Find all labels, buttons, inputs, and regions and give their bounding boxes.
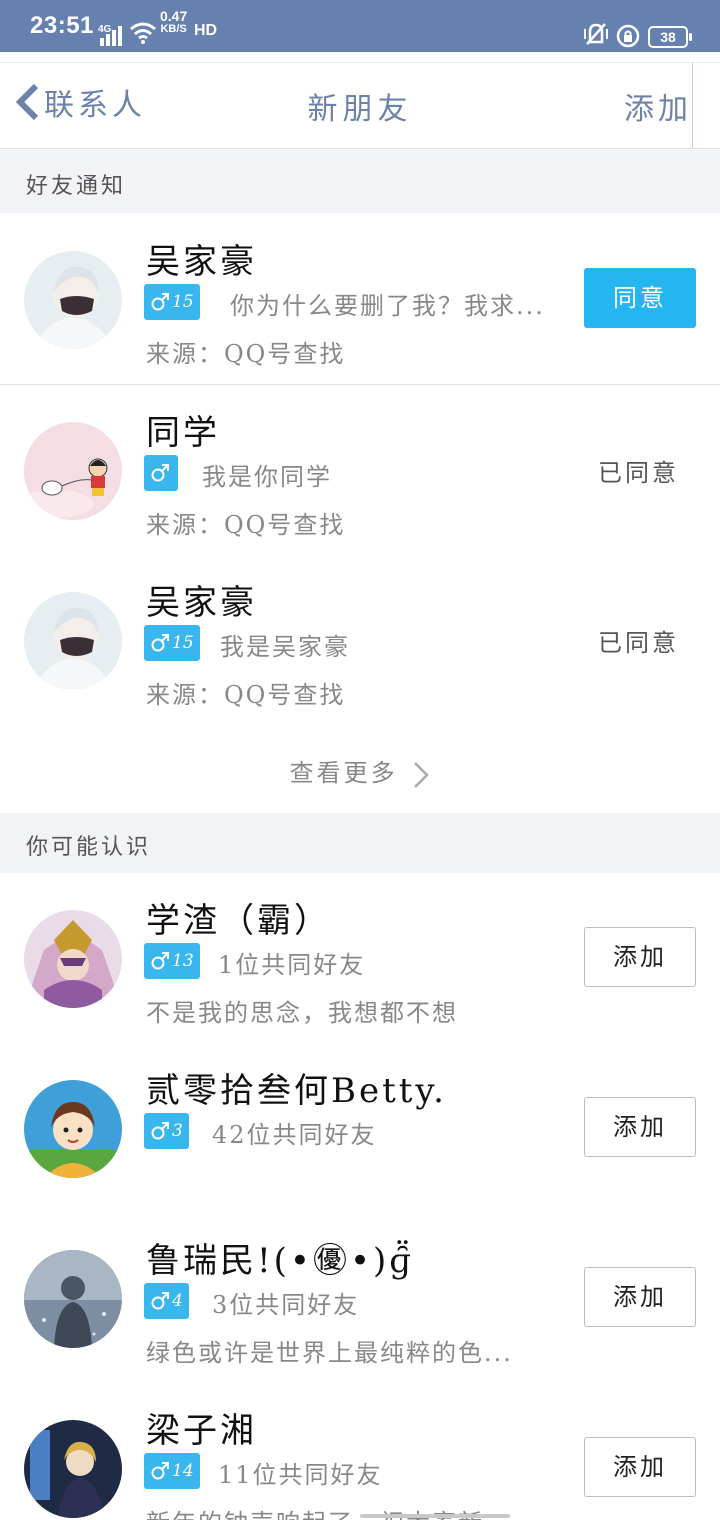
male-icon bbox=[151, 1462, 169, 1480]
nav-divider-line bbox=[0, 62, 720, 63]
gender-age-badge: 15 bbox=[144, 284, 200, 320]
male-icon bbox=[151, 634, 169, 652]
gender-age-badge: 14 bbox=[144, 1453, 200, 1489]
request-source: 来源：QQ号查找 bbox=[146, 511, 346, 539]
nav-edge-line bbox=[692, 62, 693, 148]
gender-age-badge: 3 bbox=[144, 1113, 189, 1149]
section-title: 你可能认识 bbox=[26, 835, 152, 860]
contact-name: 贰零拾叁何Betty. bbox=[146, 1071, 447, 1111]
agreed-status: 已同意 bbox=[598, 459, 679, 487]
contact-name: 吴家豪 bbox=[146, 583, 257, 623]
gender-age-badge bbox=[144, 455, 178, 491]
network-speed: 0.47 KB/S bbox=[160, 8, 188, 35]
vibrate-icon bbox=[582, 22, 610, 50]
avatar[interactable] bbox=[24, 1250, 122, 1348]
male-icon bbox=[151, 952, 169, 970]
nav-add-button[interactable]: 添加 bbox=[624, 84, 692, 128]
suggestion-row[interactable]: 梁子湘 14 11位共同好友 新年的钟声响起了，祝大家新... 添加 bbox=[0, 1383, 720, 1520]
suggestion-row[interactable]: 学渣（霸） 13 1位共同好友 不是我的思念，我想都不想 添加 bbox=[0, 873, 720, 1044]
contact-name: 梁子湘 bbox=[146, 1411, 257, 1451]
contact-name: 吴家豪 bbox=[146, 242, 257, 282]
request-message: 我是吴家豪 bbox=[220, 633, 350, 661]
agree-button[interactable]: 同意 bbox=[584, 268, 696, 328]
page-title: 新朋友 bbox=[307, 92, 413, 127]
section-header-suggestions: 你可能认识 bbox=[0, 813, 720, 873]
mutual-friends: 3位共同好友 bbox=[212, 1291, 360, 1319]
gender-age-badge: 13 bbox=[144, 943, 200, 979]
male-icon bbox=[151, 1292, 169, 1310]
avatar[interactable] bbox=[24, 910, 122, 1008]
mutual-friends: 11位共同好友 bbox=[218, 1461, 383, 1489]
see-more-button[interactable]: 查看更多 bbox=[0, 725, 720, 812]
wifi-icon bbox=[130, 22, 156, 48]
add-friend-button[interactable]: 添加 bbox=[584, 1267, 696, 1327]
signature: 绿色或许是世界上最纯粹的色... bbox=[146, 1339, 513, 1367]
suggestion-row[interactable]: 鲁瑞民!(•㊝•)ɡ̑̈ 4 3位共同好友 绿色或许是世界上最纯粹的色... 添… bbox=[0, 1213, 720, 1384]
hd-indicator: HD bbox=[194, 22, 218, 39]
battery-icon: 38 bbox=[648, 26, 692, 48]
mutual-friends: 42位共同好友 bbox=[212, 1121, 377, 1149]
add-friend-button[interactable]: 添加 bbox=[584, 1097, 696, 1157]
home-indicator bbox=[360, 1514, 510, 1518]
status-bar: 23:51 4G 0.47 KB/S HD 38 bbox=[0, 0, 720, 52]
rotation-lock-icon bbox=[616, 24, 640, 52]
contact-name: 鲁瑞民!(•㊝•)ɡ̑̈ bbox=[146, 1241, 415, 1281]
contact-name: 学渣（霸） bbox=[146, 901, 331, 941]
request-message: 我是你同学 bbox=[202, 463, 332, 491]
nav-bar: 联系人 新朋友 添加 bbox=[0, 52, 720, 149]
section-title: 好友通知 bbox=[26, 174, 127, 199]
avatar[interactable] bbox=[24, 592, 122, 690]
request-source: 来源：QQ号查找 bbox=[146, 340, 346, 368]
notification-row[interactable]: 同学 我是你同学 来源：QQ号查找 已同意 bbox=[0, 385, 720, 556]
male-icon bbox=[151, 1122, 169, 1140]
chevron-right-icon bbox=[414, 761, 430, 788]
request-message: 你为什么要删了我？我求... bbox=[230, 292, 545, 320]
mutual-friends: 1位共同好友 bbox=[218, 951, 366, 979]
avatar[interactable] bbox=[24, 422, 122, 520]
contact-name: 同学 bbox=[146, 413, 220, 453]
avatar[interactable] bbox=[24, 251, 122, 349]
add-friend-button[interactable]: 添加 bbox=[584, 927, 696, 987]
signal-icon bbox=[100, 26, 124, 50]
avatar[interactable] bbox=[24, 1420, 122, 1518]
agreed-status: 已同意 bbox=[598, 629, 679, 657]
request-source: 来源：QQ号查找 bbox=[146, 681, 346, 709]
signature: 不是我的思念，我想都不想 bbox=[146, 999, 458, 1027]
suggestion-row[interactable]: 贰零拾叁何Betty. 3 42位共同好友 添加 bbox=[0, 1043, 720, 1214]
male-icon bbox=[151, 464, 169, 482]
section-header-notifications: 好友通知 bbox=[0, 150, 720, 213]
gender-age-badge: 4 bbox=[144, 1283, 189, 1319]
avatar[interactable] bbox=[24, 1080, 122, 1178]
gender-age-badge: 15 bbox=[144, 625, 200, 661]
add-friend-button[interactable]: 添加 bbox=[584, 1437, 696, 1497]
status-time: 23:51 bbox=[30, 12, 94, 39]
notification-row[interactable]: 吴家豪 15 我是吴家豪 来源：QQ号查找 已同意 bbox=[0, 555, 720, 726]
see-more-label: 查看更多 bbox=[289, 759, 398, 787]
notification-row[interactable]: 吴家豪 15 你为什么要删了我？我求... 来源：QQ号查找 同意 bbox=[0, 214, 720, 385]
male-icon bbox=[151, 293, 169, 311]
